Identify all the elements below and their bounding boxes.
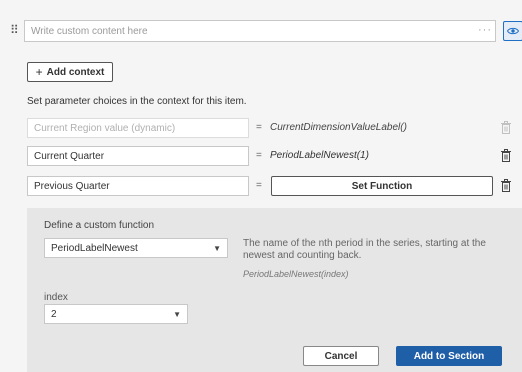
drag-handle-icon[interactable]: ⠿ [10,23,20,37]
cancel-button[interactable]: Cancel [303,346,379,366]
custom-content-editor: ⠿ ··· + Add context Set parameter choice… [0,0,522,372]
visibility-toggle-button[interactable] [503,21,522,41]
parameter-name-field: Current Region value (dynamic) [27,118,249,138]
panel-title: Define a custom function [44,220,155,231]
index-select[interactable]: 2 ▼ [44,304,188,324]
function-description: The name of the nth period in the series… [243,238,486,261]
trash-icon[interactable] [500,149,512,163]
equals-sign: = [256,180,262,191]
index-label: index [44,292,68,303]
parameter-row: Previous Quarter = Set Function [27,176,517,196]
parameter-name-field[interactable]: Current Quarter [27,146,249,166]
custom-content-input[interactable] [24,20,496,42]
equals-sign: = [256,122,262,133]
parameter-name-field[interactable]: Previous Quarter [27,176,249,196]
set-function-button[interactable]: Set Function [271,176,493,196]
parameter-row: Current Region value (dynamic) = Current… [27,118,517,138]
more-icon[interactable]: ··· [478,23,492,37]
parameter-row: Current Quarter = PeriodLabelNewest(1) [27,146,517,166]
add-context-button[interactable]: + Add context [27,62,113,82]
function-select-value: PeriodLabelNewest [51,242,138,254]
index-select-value: 2 [51,308,57,320]
trash-icon[interactable] [500,179,512,193]
plus-icon: + [35,65,43,79]
add-to-section-button[interactable]: Add to Section [396,346,502,366]
caret-down-icon: ▼ [173,309,181,319]
eye-icon [507,27,519,35]
content-bar: ⠿ ··· [0,14,522,48]
add-context-label: Add context [46,66,105,78]
function-select[interactable]: PeriodLabelNewest ▼ [44,238,228,258]
function-signature: PeriodLabelNewest(index) [243,269,349,279]
parameter-function-value[interactable]: PeriodLabelNewest(1) [270,150,369,161]
caret-down-icon: ▼ [213,243,221,253]
custom-function-panel: Define a custom function PeriodLabelNewe… [27,208,522,372]
trash-icon [501,121,511,134]
equals-sign: = [256,150,262,161]
parameter-function-value: CurrentDimensionValueLabel() [270,122,407,133]
context-instructions: Set parameter choices in the context for… [27,96,247,107]
